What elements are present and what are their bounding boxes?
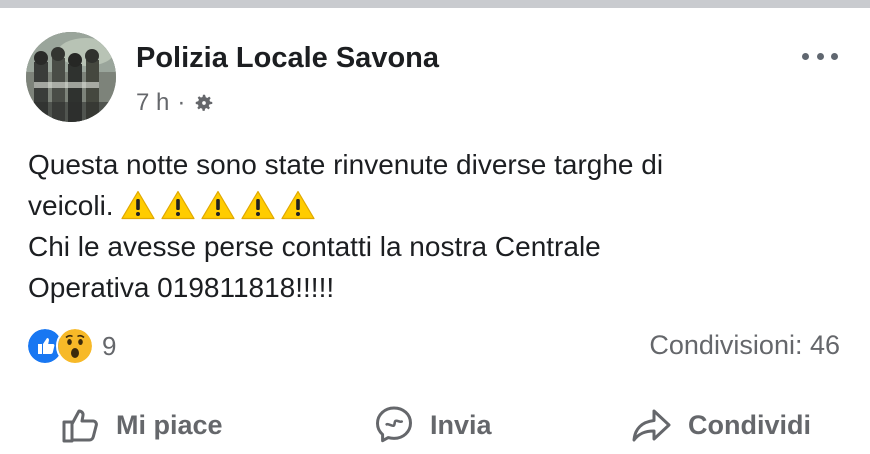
avatar[interactable] xyxy=(26,32,116,122)
post-body: Questa notte sono state rinvenute divers… xyxy=(28,144,838,308)
warning-sign-icon xyxy=(281,190,315,220)
wow-reaction-icon xyxy=(56,327,94,365)
gear-icon[interactable] xyxy=(193,92,215,114)
shares-count[interactable]: Condivisioni: 46 xyxy=(649,330,840,361)
like-button[interactable]: Mi piace xyxy=(58,396,223,454)
send-button-label: Invia xyxy=(430,409,492,440)
meta-separator: · xyxy=(177,89,186,116)
share-button-label: Condividi xyxy=(688,409,811,440)
post-text-fragment: veicoli. xyxy=(28,190,114,221)
share-button[interactable]: Condividi xyxy=(628,396,811,454)
post-meta: 7 h · xyxy=(136,88,215,118)
send-button[interactable]: Invia xyxy=(372,396,492,454)
thumbs-up-icon xyxy=(62,409,98,443)
reaction-count: 9 xyxy=(102,330,117,361)
post-text-line: Operativa 019811818!!!!! xyxy=(28,272,335,303)
post-actions-bar: Mi piace Invia Condividi xyxy=(0,396,870,454)
like-button-label: Mi piace xyxy=(116,409,223,440)
post-author-name[interactable]: Polizia Locale Savona xyxy=(136,42,439,75)
warning-sign-icon xyxy=(161,190,195,220)
reactions-summary[interactable]: 9 xyxy=(26,326,116,366)
warning-sign-icon xyxy=(241,190,275,220)
post-text-line: Questa notte sono state rinvenute divers… xyxy=(28,149,664,180)
post-text-line: Chi le avesse perse contatti la nostra C… xyxy=(28,231,601,262)
warning-sign-icon xyxy=(201,190,235,220)
warning-emoji-row xyxy=(121,190,321,221)
post-text-line-with-emoji: veicoli. xyxy=(28,185,838,226)
warning-sign-icon xyxy=(121,190,155,220)
top-divider-bar xyxy=(0,0,870,8)
share-arrow-icon xyxy=(632,409,671,442)
more-options-icon[interactable] xyxy=(802,46,838,66)
avatar-image xyxy=(26,32,116,122)
post-timestamp[interactable]: 7 h xyxy=(136,89,169,117)
facebook-post: Polizia Locale Savona 7 h · Questa notte… xyxy=(0,8,870,454)
messenger-icon xyxy=(376,406,412,443)
